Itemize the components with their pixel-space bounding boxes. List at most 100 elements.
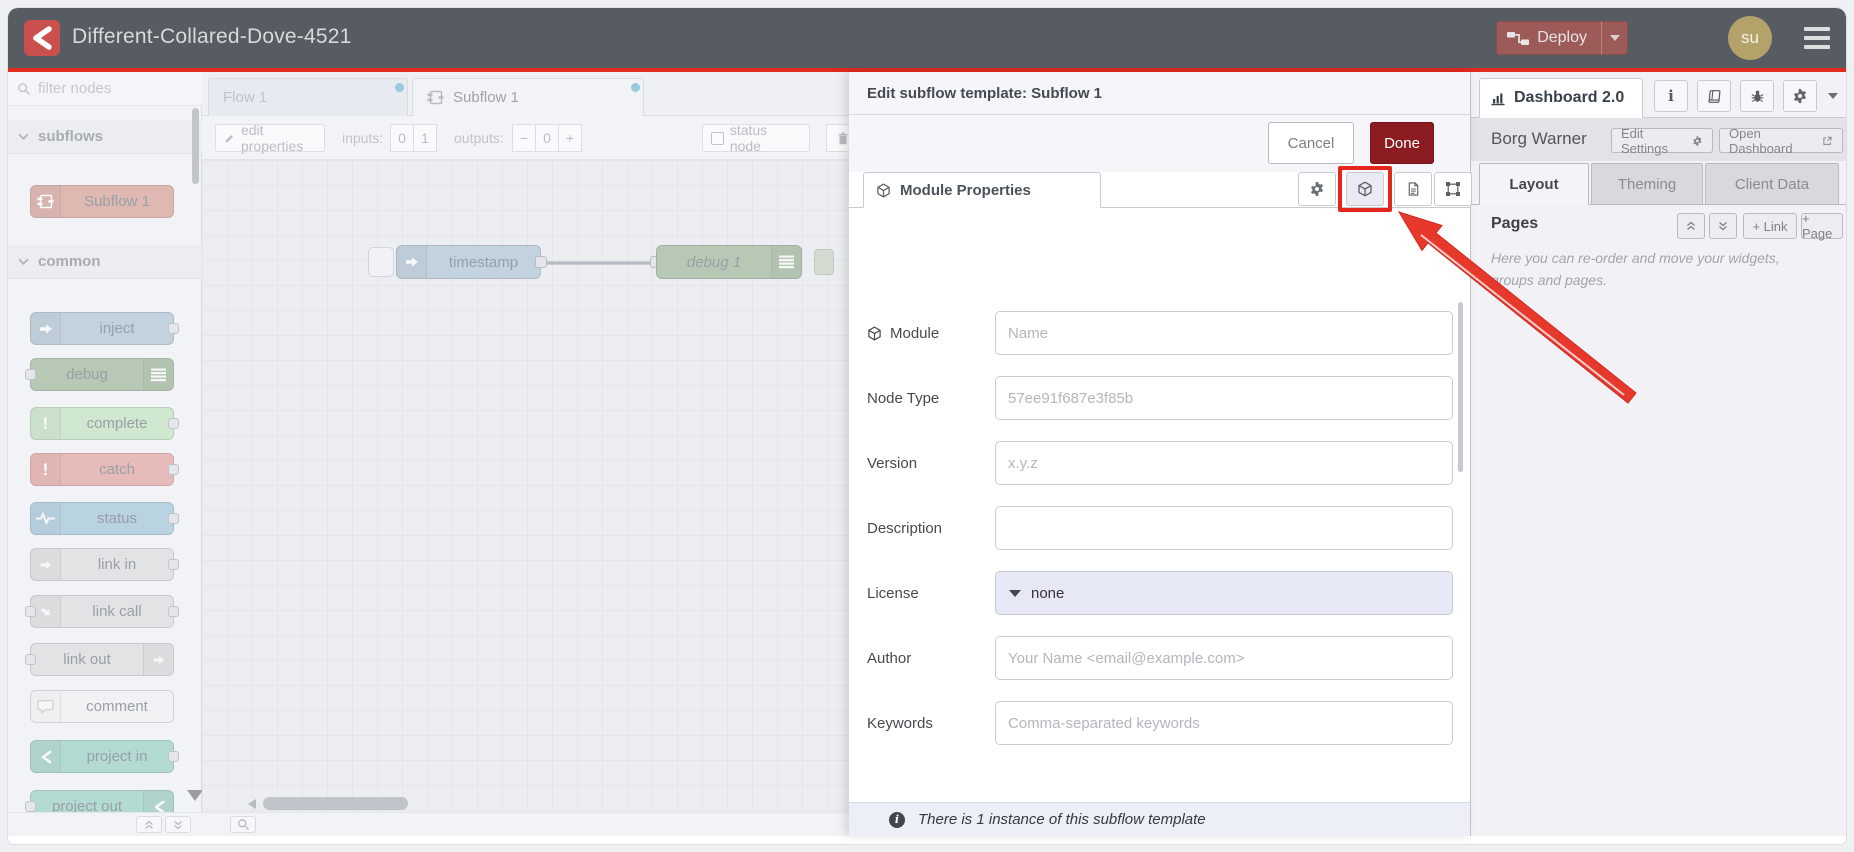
inject-button[interactable]	[368, 247, 394, 277]
tab-theming[interactable]: Theming	[1591, 163, 1703, 205]
field-label: Module	[890, 324, 940, 342]
document-icon	[1408, 182, 1418, 196]
project-name: Borg Warner	[1491, 129, 1587, 148]
author-field[interactable]	[995, 636, 1453, 680]
tab-client-data[interactable]: Client Data	[1705, 163, 1839, 205]
outputs-plus-button[interactable]: +	[558, 124, 582, 152]
author-field-label: Author	[867, 636, 997, 680]
chevron-down-icon	[18, 258, 29, 265]
node-label: status	[96, 510, 138, 527]
debug-toggle-button[interactable]	[814, 249, 834, 275]
help-panel-button[interactable]	[1697, 80, 1731, 112]
open-dashboard-label: Open Dashboard	[1729, 125, 1793, 156]
palette-node-complete[interactable]: ! complete	[30, 407, 179, 440]
debug-panel-button[interactable]	[1740, 80, 1774, 112]
wire[interactable]	[547, 260, 651, 266]
tab-module-properties[interactable]: Module Properties	[863, 172, 1101, 208]
user-avatar[interactable]: su	[1728, 16, 1772, 60]
checkbox-icon	[711, 131, 724, 145]
edit-settings-button[interactable]: Edit Settings	[1611, 126, 1713, 156]
horizontal-scrollbar[interactable]	[263, 797, 408, 810]
palette-node-catch[interactable]: ! catch	[30, 453, 179, 486]
palette-category-common[interactable]: common	[8, 245, 202, 279]
open-dashboard-button[interactable]: Open Dashboard	[1719, 125, 1843, 156]
node-port[interactable]	[168, 323, 179, 334]
add-page-button[interactable]: + Page	[1801, 211, 1843, 241]
node-port[interactable]	[168, 606, 179, 617]
description-field[interactable]	[995, 506, 1453, 550]
tab-module-button[interactable]	[1346, 172, 1384, 206]
tab-dashboard-2[interactable]: Dashboard 2.0	[1479, 78, 1643, 118]
edit-properties-button[interactable]: edit properties	[215, 122, 325, 154]
caret-down-icon	[1609, 35, 1620, 41]
palette-node-debug[interactable]: debug	[25, 358, 174, 391]
delete-subflow-button[interactable]	[826, 124, 849, 152]
inject-icon	[31, 313, 61, 344]
main-menu-button[interactable]	[1804, 27, 1830, 49]
node-label: inject	[99, 320, 135, 337]
link-icon	[31, 549, 61, 580]
form-scrollbar[interactable]	[1458, 302, 1463, 472]
tab-properties-button[interactable]	[1298, 172, 1336, 206]
tab-description-button[interactable]	[1394, 172, 1432, 206]
node-port[interactable]	[168, 464, 179, 475]
palette-node-project-in[interactable]: project in	[30, 740, 179, 773]
tab-flow-1[interactable]: Flow 1	[208, 78, 408, 116]
palette-scroll-down-icon[interactable]	[187, 790, 203, 801]
node-port[interactable]	[25, 801, 36, 812]
link-icon	[143, 644, 173, 675]
zoom-search-button[interactable]	[230, 816, 256, 833]
tab-subflow-1[interactable]: Subflow 1	[412, 78, 644, 116]
node-port[interactable]	[168, 513, 179, 524]
palette-node-link-out[interactable]: link out	[25, 643, 174, 676]
add-link-button[interactable]: + Link	[1743, 213, 1797, 239]
move-up-button[interactable]	[1677, 213, 1705, 239]
node-port[interactable]	[25, 654, 36, 665]
inputs-0-button[interactable]: 0	[390, 124, 414, 152]
palette-category-subflows[interactable]: subflows	[8, 120, 202, 154]
flow-node-timestamp[interactable]: timestamp	[396, 245, 541, 279]
palette-node-inject[interactable]: inject	[30, 312, 179, 345]
palette-node-status[interactable]: status	[30, 502, 179, 535]
info-panel-button[interactable]: i	[1654, 80, 1688, 112]
done-button[interactable]: Done	[1370, 122, 1434, 164]
palette-filter[interactable]: filter nodes	[8, 72, 202, 106]
double-chevron-up-icon	[1687, 221, 1695, 230]
comment-bubble-icon	[31, 691, 61, 722]
node-port[interactable]	[168, 559, 179, 570]
palette-collapse-all-button[interactable]	[136, 816, 162, 833]
tab-appearance-button[interactable]	[1434, 172, 1472, 206]
keywords-field[interactable]	[995, 701, 1453, 745]
palette-node-comment[interactable]: comment	[30, 690, 174, 723]
outputs-minus-button[interactable]: −	[512, 124, 536, 152]
inputs-1-button[interactable]: 1	[413, 124, 437, 152]
palette-node-subflow-1[interactable]: Subflow 1	[30, 185, 174, 218]
status-node-toggle[interactable]: status node	[702, 122, 810, 154]
gear-icon	[1311, 182, 1323, 196]
flow-node-debug-1[interactable]: debug 1	[656, 245, 802, 279]
cancel-button[interactable]: Cancel	[1268, 122, 1354, 164]
node-port[interactable]	[25, 606, 36, 617]
node-port[interactable]	[25, 369, 36, 380]
flow-canvas[interactable]: timestamp debug 1	[202, 160, 849, 812]
module-field[interactable]	[995, 311, 1453, 355]
config-nodes-button[interactable]	[1783, 80, 1817, 112]
scroll-left-icon[interactable]	[248, 799, 256, 809]
version-field[interactable]	[995, 441, 1453, 485]
node-port[interactable]	[168, 418, 179, 429]
deploy-button[interactable]: Deploy	[1496, 21, 1628, 55]
page-title: Different-Collared-Dove-4521	[72, 25, 352, 48]
license-select[interactable]: none	[995, 571, 1453, 615]
node-output-port[interactable]	[535, 256, 547, 268]
palette-scrollbar[interactable]	[192, 108, 199, 184]
deploy-options-button[interactable]	[1601, 21, 1627, 55]
node-type-field[interactable]	[995, 376, 1453, 420]
plus-label: +	[565, 130, 575, 146]
palette-node-link-call[interactable]: link call	[25, 595, 179, 628]
node-port[interactable]	[168, 751, 179, 762]
palette-expand-all-button[interactable]	[165, 816, 191, 833]
tab-layout[interactable]: Layout	[1479, 163, 1589, 205]
sidebar-options-button[interactable]	[1823, 80, 1843, 112]
move-down-button[interactable]	[1709, 213, 1737, 239]
palette-node-link-in[interactable]: link in	[30, 548, 179, 581]
